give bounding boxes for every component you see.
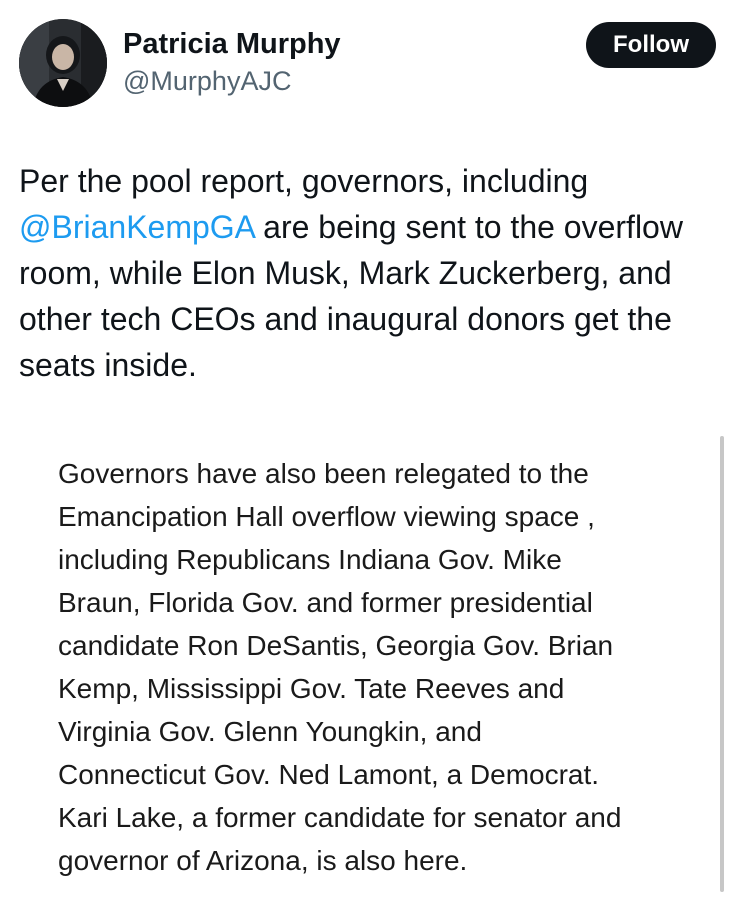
mention-link[interactable]: @BrianKempGA bbox=[19, 209, 254, 245]
quoted-screenshot-text: Governors have also been relegated to th… bbox=[58, 452, 708, 882]
quote-line: Connecticut Gov. Ned Lamont, a Democrat. bbox=[58, 759, 600, 790]
tweet-line: seats inside. bbox=[19, 347, 197, 383]
tweet-text: Per the pool report, governors, includin… bbox=[19, 158, 734, 388]
tweet-line: Per the pool report, governors, includin… bbox=[19, 163, 589, 199]
quote-line: Braun, Florida Gov. and former president… bbox=[58, 587, 593, 618]
tweet-line: room, while Elon Musk, Mark Zuckerberg, … bbox=[19, 255, 672, 291]
quote-line: Kemp, Mississippi Gov. Tate Reeves and bbox=[58, 673, 565, 704]
quote-line: including Republicans Indiana Gov. Mike bbox=[58, 544, 562, 575]
tweet-line: other tech CEOs and inaugural donors get… bbox=[19, 301, 672, 337]
avatar[interactable] bbox=[19, 19, 107, 107]
quote-line: candidate Ron DeSantis, Georgia Gov. Bri… bbox=[58, 630, 614, 661]
follow-button[interactable]: Follow bbox=[586, 22, 716, 68]
scrollbar[interactable] bbox=[720, 436, 724, 892]
quote-line: Emancipation Hall overflow viewing space… bbox=[58, 501, 595, 532]
author-display-name[interactable]: Patricia Murphy bbox=[123, 26, 341, 62]
tweet-line: @BrianKempGA are being sent to the overf… bbox=[19, 204, 734, 250]
quote-line: Governors have also been relegated to th… bbox=[58, 458, 589, 489]
avatar-photo bbox=[19, 19, 107, 107]
author-handle[interactable]: @MurphyAJC bbox=[123, 64, 291, 98]
quote-line: governor of Arizona, is also here. bbox=[58, 845, 468, 876]
quote-line: Virginia Gov. Glenn Youngkin, and bbox=[58, 716, 482, 747]
tweet-line-text: are being sent to the overflow bbox=[254, 209, 683, 245]
quote-line: Kari Lake, a former candidate for senato… bbox=[58, 802, 622, 833]
